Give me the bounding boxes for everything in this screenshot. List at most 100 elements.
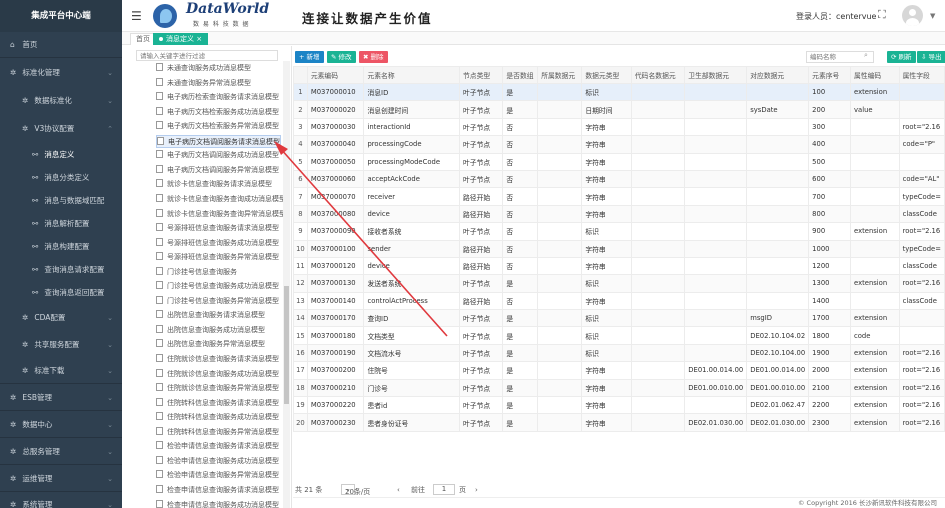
table-row[interactable]: 16 M037000190 文档流水号 叶子节点是 标识 DE02.10.104.00 19… — [293, 343, 945, 363]
tree-node[interactable]: 就诊卡信息查询服务查询成功消息模型 — [156, 193, 286, 206]
column-header[interactable]: 数据元类型 — [581, 66, 632, 84]
table-row[interactable]: 20 M037000230 患者身份证号 叶子节点是 字符串 DE02.01.030.00… — [293, 413, 945, 432]
tree-filter-input[interactable] — [136, 50, 278, 61]
delete-button[interactable]: ✖ 删除 — [359, 51, 388, 63]
search-icon[interactable]: ⌕ — [864, 51, 868, 60]
tab-message-definition[interactable]: 消息定义 × — [153, 33, 209, 45]
sidebar-item-message-definition[interactable]: ⚯ 消息定义 — [0, 146, 122, 164]
edit-button[interactable]: ✎ 修改 — [327, 51, 356, 63]
page-size-select[interactable]: 20条/页 ⌄ — [341, 484, 370, 496]
table-row[interactable]: 11 M037000120 device 路径开始否 字符串 1200 classCode — [293, 256, 945, 276]
table-row[interactable]: 13 M037000140 controlActProcess 路径开始否 字符串 140… — [293, 291, 945, 311]
tree-node[interactable]: 检验申请信息查询服务成功消息模型 — [156, 455, 279, 468]
tree-node[interactable]: 住院转科信息查询服务异常消息模型 — [156, 426, 279, 439]
sidebar-item-message-build-config[interactable]: ⚯ 消息构建配置 — [0, 238, 122, 256]
table-row[interactable]: 15 M037000180 文档类型 叶子节点是 标识 DE02.10.104.02 180… — [293, 326, 945, 345]
table-row[interactable]: 14 M037000170 查询ID 叶子节点是 标识 msgID 1700 extensio… — [293, 309, 945, 328]
sidebar-item-message-domain-match[interactable]: ⚯ 消息与数据域匹配 — [0, 192, 122, 210]
table-row[interactable]: 17 M037000200 住院号 叶子节点是 字符串 DE01.00.014.00 DE0… — [293, 361, 945, 380]
page-number-input[interactable]: 1 — [433, 484, 455, 495]
tree-node[interactable]: 住院就诊信息查询服务成功消息模型 — [156, 368, 279, 381]
tree-node[interactable]: 出院信息查询服务成功消息模型 — [156, 324, 265, 337]
scrollbar-track[interactable] — [283, 61, 290, 508]
tree-node[interactable]: 电子病历文档调阅服务异常消息模型 — [156, 164, 279, 177]
next-page-button[interactable]: › — [475, 483, 478, 497]
sidebar-item-message-category[interactable]: ⚯ 消息分类定义 — [0, 169, 122, 187]
tree-node[interactable]: 电子病历文档调阅服务请求消息模型 — [156, 134, 281, 148]
table-row[interactable]: 5 M037000050 processingModeCode 叶子节点否 字符串 500 — [293, 152, 945, 171]
tree-node[interactable]: 就诊卡信息查询服务请求消息模型 — [156, 178, 272, 191]
sidebar-item-data-center[interactable]: ✲ 数据中心 ⌄ — [0, 416, 122, 434]
add-button[interactable]: + 新增 — [295, 51, 324, 63]
tree-node[interactable]: 检查申请信息查询服务请求消息模型 — [156, 484, 279, 497]
prev-page-button[interactable]: ‹ — [397, 483, 400, 497]
tree-node[interactable]: 住院转科信息查询服务成功消息模型 — [156, 411, 279, 424]
column-header[interactable]: 代码名数据元 — [630, 66, 686, 84]
table-row[interactable]: 10 M037000100 sender 路径开始否 字符串 1000 typeCode= — [293, 239, 945, 258]
sidebar-item-message-parse-config[interactable]: ⚯ 消息解析配置 — [0, 215, 122, 233]
tree-node[interactable]: 就诊卡信息查询服务查询异常消息模型 — [156, 208, 286, 221]
tree-node[interactable]: 未通查询服务成功消息模型 — [156, 62, 251, 75]
sidebar-item-data-standard[interactable]: ✲ 数据标准化 ⌄ — [0, 92, 122, 110]
tree-node[interactable]: 门诊挂号信息查询服务异常消息模型 — [156, 295, 279, 308]
column-header[interactable]: 属性编码 — [850, 66, 900, 84]
sidebar-item-cda-config[interactable]: ✲ CDA配置 ⌄ — [0, 309, 122, 327]
sidebar-item-standard-download[interactable]: ✲ 标准下载 ⌄ — [0, 362, 122, 380]
sidebar-item-home[interactable]: ⌂ 首页 — [0, 36, 122, 54]
export-button[interactable]: ⇩ 导出 — [917, 51, 945, 63]
tree-node[interactable]: 出院信息查询服务请求消息模型 — [156, 309, 265, 322]
tree-node[interactable]: 门诊挂号信息查询服务成功消息模型 — [156, 280, 279, 293]
column-header[interactable] — [293, 66, 308, 84]
sidebar-item-system-mgmt[interactable]: ✲ 系统管理 ⌄ — [0, 496, 122, 508]
sidebar-item-query-request-config[interactable]: ⚯ 查询消息请求配置 — [0, 261, 122, 279]
sidebar-item-esb[interactable]: ✲ ESB管理 ⌄ — [0, 389, 122, 407]
sidebar-item-service-mgmt[interactable]: ✲ 总服务管理 ⌄ — [0, 443, 122, 461]
table-row[interactable]: 4 M037000040 processingCode 叶子节点否 字符串 400 code… — [293, 135, 945, 154]
table-row[interactable]: 19 M037000220 患者id 叶子节点是 字符串 DE02.01.062.47 22… — [293, 396, 945, 415]
column-header[interactable]: 卫生部数据元 — [684, 66, 748, 84]
column-header[interactable]: 属性字段 — [898, 66, 945, 84]
column-header[interactable]: 是否数组 — [502, 66, 539, 84]
sidebar-item-query-response-config[interactable]: ⚯ 查询消息返回配置 — [0, 284, 122, 302]
table-row[interactable]: 9 M037000090 接收者系统 叶子节点否 标识 900 extension root=… — [293, 222, 945, 241]
tree-node[interactable]: 检验申请信息查询服务请求消息模型 — [156, 440, 279, 453]
tree-node[interactable]: 门诊挂号信息查询服务 — [156, 266, 237, 279]
column-header[interactable]: 对应数据元 — [746, 66, 810, 84]
tree-node[interactable]: 住院就诊信息查询服务异常消息模型 — [156, 382, 279, 395]
sidebar-item-shared-service-config[interactable]: ✲ 共享服务配置 ⌄ — [0, 336, 122, 354]
table-row[interactable]: 6 M037000060 acceptAckCode 叶子节点否 字符串 600 code=… — [293, 169, 945, 189]
tree-node[interactable]: 未通查询服务异常消息模型 — [156, 77, 251, 90]
column-header[interactable]: 元素编码 — [306, 66, 365, 84]
column-header[interactable]: 元素序号 — [808, 66, 852, 84]
tree-node[interactable]: 住院转科信息查询服务请求消息模型 — [156, 397, 279, 410]
column-header[interactable]: 元素名称 — [363, 66, 460, 84]
tree-node[interactable]: 电子病历文档调阅服务成功消息模型 — [156, 149, 279, 162]
scrollbar-thumb[interactable] — [284, 286, 289, 404]
table-row[interactable]: 2 M037000020 消息创建时间 叶子节点是 日期时间 sysDate 200 valu… — [293, 100, 945, 119]
table-row[interactable]: 12 M037000130 发送者系统 叶子节点是 标识 1300 extension roo… — [293, 274, 945, 293]
tree-node[interactable]: 检验申请信息查询服务异常消息模型 — [156, 469, 279, 482]
sidebar-item-standard-mgmt[interactable]: ✲ 标准化管理 ⌄ — [0, 64, 122, 82]
tree-node[interactable]: 电子病历文档检索服务成功消息模型 — [156, 106, 279, 119]
table-row[interactable]: 1 M037000010 消息ID 叶子节点是 标识 100 extension — [293, 82, 945, 102]
tree-node[interactable]: 号源排班信息查询服务请求消息模型 — [156, 222, 279, 235]
sidebar-item-v3-protocol[interactable]: ✲ V3协议配置 ⌃ — [0, 120, 122, 138]
caret-down-icon[interactable]: ▼ — [930, 12, 935, 20]
tree-node[interactable]: 住院就诊信息查询服务请求消息模型 — [156, 353, 279, 366]
avatar[interactable] — [902, 5, 923, 26]
tree-node[interactable]: 电子病历文档检索服务异常消息模型 — [156, 120, 279, 133]
table-row[interactable]: 3 M037000030 interactionId 叶子节点否 字符串 300 root=… — [293, 117, 945, 137]
table-row[interactable]: 18 M037000210 门诊号 叶子节点是 字符串 DE01.00.010.00 DE0… — [293, 378, 945, 398]
tree-node[interactable]: 检查申请信息查询服务成功消息模型 — [156, 499, 279, 508]
tree-node[interactable]: 电子病历检索查询服务请求消息模型 — [156, 91, 279, 104]
column-header[interactable]: 所属数据元 — [537, 66, 583, 84]
table-row[interactable]: 8 M037000080 device 路径开始否 字符串 800 classCode — [293, 204, 945, 224]
fullscreen-icon[interactable]: ⛶ — [878, 8, 886, 22]
menu-toggle-icon[interactable]: ☰ — [131, 9, 142, 23]
tree-node[interactable]: 号源排班信息查询服务异常消息模型 — [156, 251, 279, 264]
sidebar-item-ops-mgmt[interactable]: ✲ 运维管理 ⌄ — [0, 470, 122, 488]
refresh-button[interactable]: ⟳ 刷新 — [887, 51, 916, 63]
table-row[interactable]: 7 M037000070 receiver 路径开始否 字符串 700 typeCode= — [293, 187, 945, 206]
column-header[interactable]: 节点类型 — [458, 66, 504, 84]
tree-node[interactable]: 号源排班信息查询服务成功消息模型 — [156, 237, 279, 250]
